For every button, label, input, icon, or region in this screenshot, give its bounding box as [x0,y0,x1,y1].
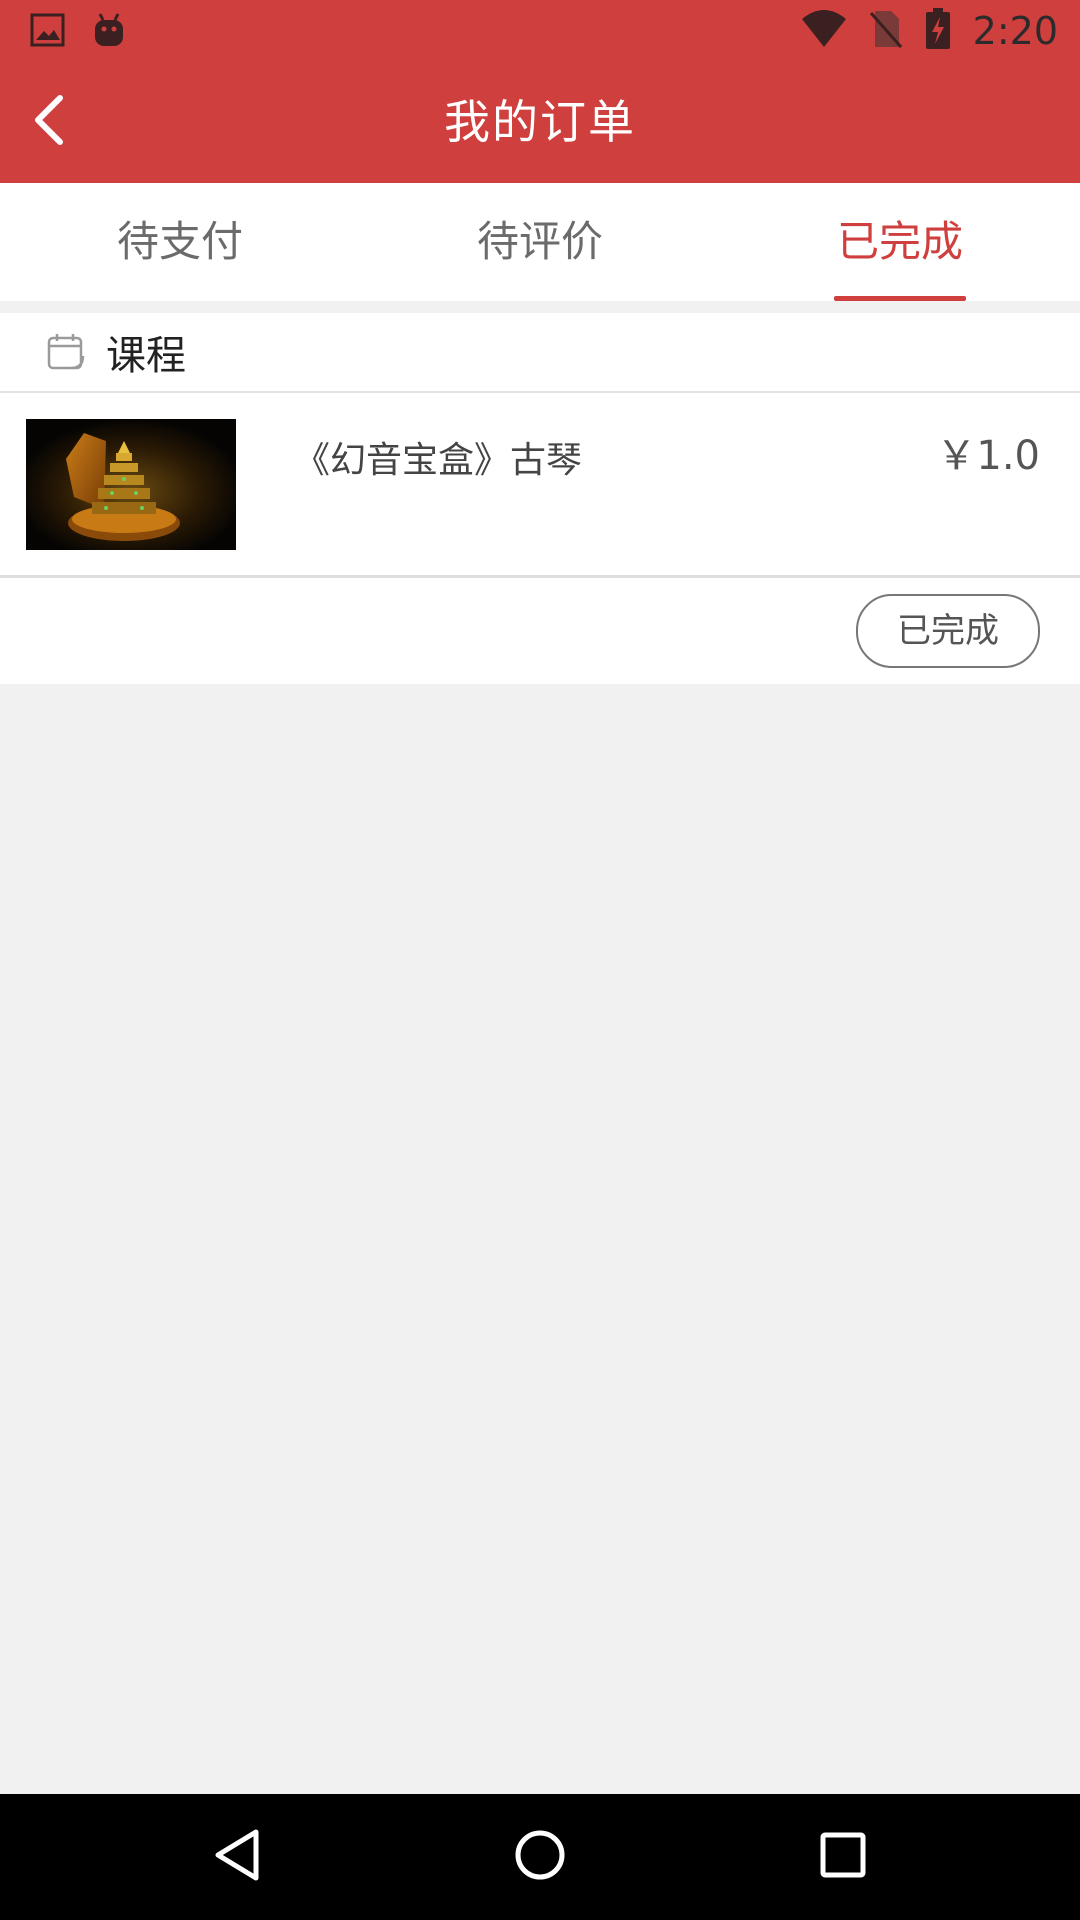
tab-completed[interactable]: 已完成 [720,183,1080,301]
page-title: 我的订单 [444,95,636,149]
completed-status-button[interactable]: 已完成 [856,594,1040,668]
product-price: ￥1.0 [936,433,1040,479]
order-tabs: 待支付 待评价 已完成 [0,183,1080,301]
section-title: 课程 [106,333,186,379]
image-icon [30,12,66,52]
active-tab-indicator [834,296,966,301]
system-nav-bar [0,1794,1080,1920]
android-icon [92,12,126,52]
no-sim-icon [869,9,903,53]
recents-square-icon [819,1831,867,1883]
nav-home-button[interactable] [477,1794,603,1920]
battery-charging-icon [925,8,951,54]
app-header: 我的订单 [0,62,1080,183]
back-triangle-icon [212,1828,262,1886]
back-button[interactable] [18,82,82,162]
nav-back-button[interactable] [174,1794,300,1920]
top-bar: 2:20 我的订单 [0,0,1080,183]
tab-pending-payment[interactable]: 待支付 [0,183,360,301]
product-row[interactable]: 《幻音宝盒》古琴 ￥1.0 [0,393,1080,578]
product-name: 《幻音宝盒》古琴 [294,440,583,481]
nav-recents-button[interactable] [780,1794,906,1920]
order-action-row: 已完成 [0,578,1080,684]
tab-label: 待评价 [476,217,603,266]
tab-pending-review[interactable]: 待评价 [360,183,720,301]
status-bar: 2:20 [0,0,1080,62]
order-card: 课程 《幻音宝盒》古琴 ￥1.0 已完成 [0,313,1080,684]
chevron-left-icon [30,92,70,152]
tab-label: 待支付 [116,217,243,266]
calendar-icon [46,332,86,372]
wifi-icon [801,9,847,53]
status-time: 2:20 [972,9,1058,53]
screen: 2:20 我的订单 待支付 待评价 已完成 课程 《幻音宝盒》古琴 ￥1.0 已… [0,0,1080,1920]
status-right-group: 2:20 [801,6,1058,56]
product-thumbnail [26,419,236,550]
home-circle-icon [513,1828,567,1886]
order-section-header: 课程 [0,313,1080,393]
tab-label: 已完成 [836,217,963,266]
